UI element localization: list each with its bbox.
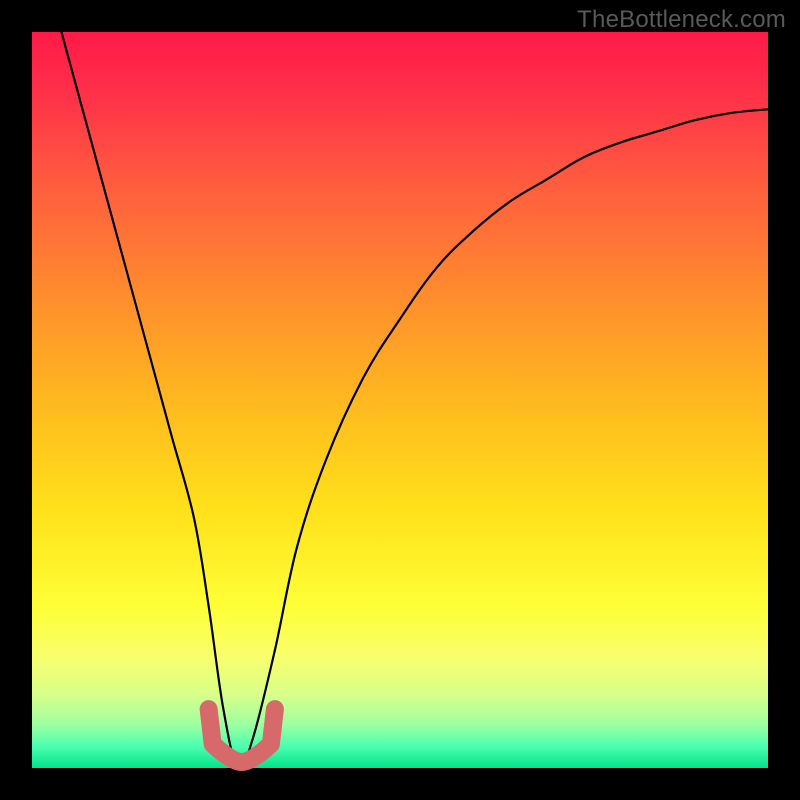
watermark-label: TheBottleneck.com <box>577 6 786 34</box>
plot-area <box>32 32 768 768</box>
valley-marker <box>209 709 275 762</box>
bottleneck-curve <box>61 32 768 769</box>
curve-layer <box>32 32 768 768</box>
chart-frame: TheBottleneck.com <box>0 0 800 800</box>
